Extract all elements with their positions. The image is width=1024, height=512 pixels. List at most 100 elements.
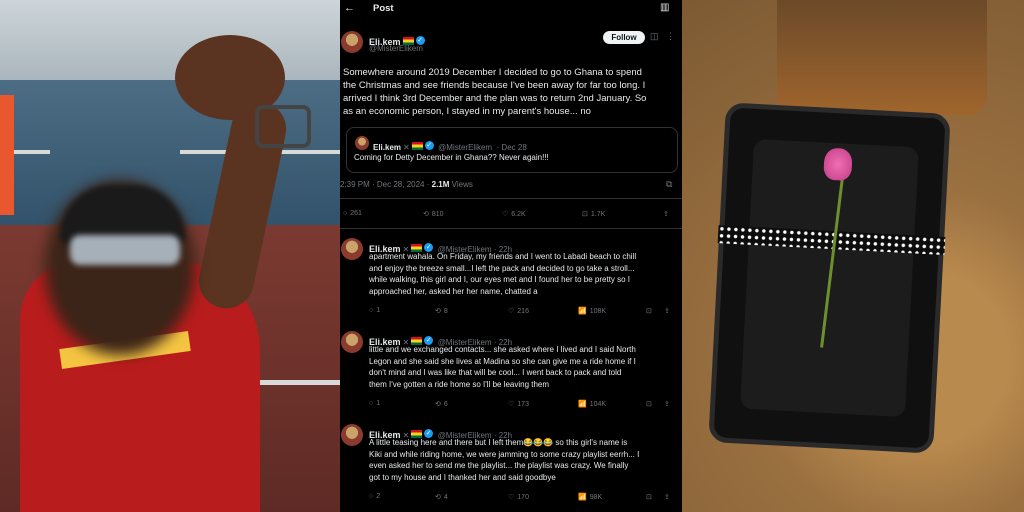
like-icon: ♡: [508, 308, 515, 315]
analytics-icon[interactable]: ⧉: [666, 179, 672, 190]
sunglasses: [70, 235, 180, 265]
reply-avatar[interactable]: [341, 238, 363, 260]
reply-text-line: Legon and she said she lives at Madina s…: [369, 356, 636, 366]
reply-count: 2: [376, 493, 381, 500]
like-stat[interactable]: ♡ 6.2K: [502, 210, 526, 219]
reply-text-line: and enjoy the breeze small...I left the …: [369, 263, 635, 273]
wristwatch: [255, 105, 311, 148]
share-icon[interactable]: ⇪: [664, 307, 670, 315]
views-count: 98K: [589, 493, 603, 501]
author-handle[interactable]: @MisterElikem: [369, 44, 423, 53]
reply-text: A little teasing here and there but I le…: [369, 437, 681, 483]
views-icon: 📶: [578, 401, 587, 408]
divider: [340, 198, 682, 199]
black-coffin: [708, 102, 951, 454]
post-text-line: arrived I think 3rd December and the pla…: [343, 93, 647, 104]
reply-icon: ○: [369, 400, 374, 407]
like-count: 6.2K: [511, 210, 526, 218]
views-label: Views: [451, 180, 473, 189]
reply-count: 261: [350, 210, 362, 217]
verified-badge-icon: ✓: [424, 141, 434, 151]
reply-icon: ○: [343, 210, 348, 217]
repost-stat[interactable]: ⟲ 6: [435, 400, 448, 409]
share-icon[interactable]: ⇪: [663, 210, 669, 218]
bookmark-icon: ⊡: [582, 211, 588, 218]
reply-stat[interactable]: ○ 1: [369, 307, 380, 314]
reply-text: little and we exchanged contacts... she …: [369, 344, 681, 390]
grok-icon[interactable]: ◫: [650, 31, 659, 42]
like-stat[interactable]: ♡ 216: [508, 307, 529, 316]
like-count: 170: [517, 493, 529, 501]
repost-count: 4: [443, 493, 448, 501]
quoted-post[interactable]: Eli.kem ✕ ✓ @MisterElikem · Dec 28 Coming …: [346, 127, 678, 173]
repost-icon: ⟲: [435, 401, 441, 408]
quote-text: Coming for Detty December in Ghana?? Nev…: [354, 153, 549, 162]
reply-avatar[interactable]: [341, 424, 363, 446]
like-count: 173: [517, 400, 529, 408]
reply-text: apartment wahala. On Friday, my friends …: [369, 251, 681, 297]
reader-mode-icon[interactable]: ▥: [660, 2, 669, 13]
bookmark-icon[interactable]: ⊡: [646, 493, 652, 501]
share-icon[interactable]: ⇪: [664, 400, 670, 408]
quote-author-name: Eli.kem: [373, 143, 402, 152]
left-photo-person-on-ship: [0, 0, 340, 512]
like-stat[interactable]: ♡ 173: [508, 400, 529, 409]
repost-icon: ⟲: [435, 494, 441, 501]
quote-avatar: [355, 136, 369, 150]
views-stat[interactable]: 📶 104K: [578, 400, 607, 409]
like-icon: ♡: [502, 211, 509, 218]
sky: [0, 0, 340, 80]
like-icon: ♡: [508, 401, 515, 408]
reply-text-line: don't mind and I was like that will be c…: [369, 368, 622, 377]
views-icon: 📶: [578, 494, 587, 501]
divider: [340, 228, 682, 229]
post-text-line: the Christmas and see friends because I'…: [343, 80, 646, 91]
reply-text-line: them I've gotten a ride home so I'll be …: [369, 379, 550, 389]
bookmark-stat[interactable]: ⊡ 1.7K: [582, 210, 605, 219]
views-stat[interactable]: 📶 98K: [578, 493, 603, 502]
like-count: 216: [517, 307, 529, 315]
views-icon: 📶: [578, 308, 587, 315]
like-icon: ♡: [508, 494, 515, 501]
views-count: 104K: [589, 400, 607, 408]
reply-text-line: got to my house and I thanked her and sa…: [369, 472, 556, 482]
repost-count: 810: [431, 210, 444, 218]
post-timestamp-row: 2:39 PM · Dec 28, 2024 · 2.1M Views: [340, 180, 473, 189]
share-icon[interactable]: ⇪: [664, 493, 670, 501]
more-options-icon[interactable]: ⋮: [666, 31, 675, 42]
repost-stat[interactable]: ⟲ 8: [435, 307, 448, 316]
repost-stat[interactable]: ⟲ 810: [423, 210, 444, 219]
reply-text-line: little and we exchanged contacts... she …: [369, 345, 636, 354]
post-header-bar: ← Post ▥: [340, 0, 682, 22]
reply-avatar[interactable]: [341, 331, 363, 353]
views-count: 2.1M: [431, 180, 450, 189]
x-post-screenshot: ← Post ▥ Eli.kem ✓ @MisterElikem Follow ◫…: [340, 0, 682, 512]
reply-text-line: while walking, this girl and I, our eyes…: [369, 275, 631, 284]
right-photo-coffin-grave: [682, 0, 1024, 512]
views-stat[interactable]: 📶 108K: [578, 307, 606, 316]
reply-stat[interactable]: ○ 261: [343, 210, 362, 217]
post-text-line: as an economic person, I stayed in my pa…: [343, 106, 591, 117]
reply-count: 1: [376, 400, 381, 407]
reply-text-line: even asked her to send me the playlist..…: [369, 461, 629, 470]
ghana-flag-icon: [411, 141, 423, 150]
reply-count: 1: [376, 307, 381, 314]
reply-stat[interactable]: ○ 2: [369, 493, 380, 500]
author-avatar[interactable]: [341, 31, 363, 53]
follow-button[interactable]: Follow: [603, 31, 645, 44]
bookmark-icon[interactable]: ⊡: [646, 400, 652, 408]
open-grave: [777, 0, 987, 115]
pink-rose: [823, 147, 853, 181]
x-mark-icon: ✕: [403, 143, 410, 152]
reply-icon: ○: [369, 493, 374, 500]
reply-text-line: Kiki and while riding home, we were jamm…: [369, 449, 640, 459]
reply-text-line: approached her, asked her her name, chat…: [369, 286, 538, 296]
repost-stat[interactable]: ⟲ 4: [435, 493, 448, 502]
reply-stat[interactable]: ○ 1: [369, 400, 380, 407]
repost-count: 8: [443, 307, 448, 315]
post-text: Somewhere around 2019 December I decided…: [343, 66, 681, 118]
bookmark-icon[interactable]: ⊡: [646, 307, 652, 315]
like-stat[interactable]: ♡ 170: [508, 493, 529, 502]
crew-figure: [0, 95, 14, 215]
back-arrow-icon[interactable]: ←: [344, 2, 355, 14]
